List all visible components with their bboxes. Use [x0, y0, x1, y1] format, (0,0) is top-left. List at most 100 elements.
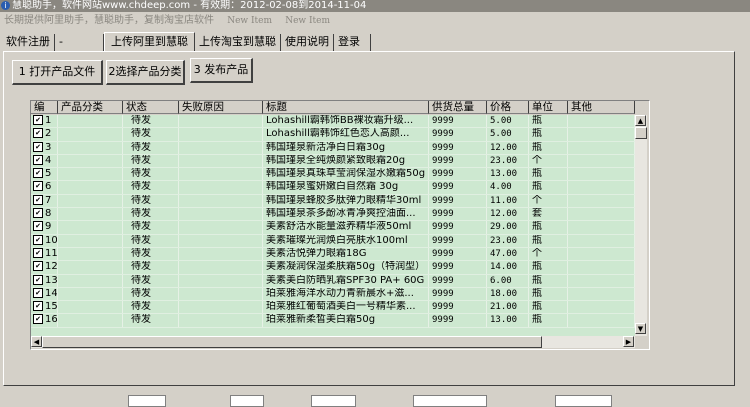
- grid-header: 编产品分类 状态 失败原因 标题 供货总量 价格 单位 其他: [31, 101, 635, 114]
- column-header[interactable]: 标题: [263, 101, 429, 114]
- row-number: 7: [45, 194, 52, 206]
- cell-other: [568, 141, 635, 154]
- table-row[interactable]: ✔ 14 待发 珀莱雅海洋水动力青新晨水+滋... 9999 18.00 瓶: [31, 287, 635, 302]
- cell-cat: [58, 261, 123, 274]
- menu-item-new-1[interactable]: New Item: [227, 16, 272, 26]
- cell-other: [568, 154, 635, 168]
- cell-price: 29.00: [487, 221, 529, 234]
- table-row[interactable]: ✔ 11 待发 美素活悦弹力眼霜18G 9999 47.00 个: [31, 247, 635, 262]
- horizontal-scroll-thumb[interactable]: [42, 336, 542, 348]
- select-category-button[interactable]: 2选择产品分类: [106, 60, 185, 85]
- cell-cat: [58, 115, 123, 128]
- cell-unit: 瓶: [529, 168, 568, 181]
- cell-title: 珀莱雅红葡萄酒美白一号精华素...: [263, 301, 429, 314]
- row-checkbox[interactable]: ✔: [33, 168, 43, 179]
- cell-title: Lohashill霸韩饰BB裸妆霜升级...: [263, 115, 429, 128]
- tab-usage[interactable]: 使用说明: [281, 34, 334, 51]
- tab-ali-to-hc[interactable]: 上传阿里到慧聪: [104, 32, 195, 51]
- bottom-field-4[interactable]: [413, 395, 487, 407]
- tab-dash[interactable]: -: [55, 34, 104, 51]
- bottom-field-1[interactable]: [128, 395, 166, 407]
- column-header[interactable]: 供货总量: [429, 101, 487, 114]
- bottom-field-5[interactable]: [555, 395, 612, 407]
- table-row[interactable]: ✔ 7 待发 韩国瑾泉蜂胶多肽弹力眼精华30ml 9999 11.00 个: [31, 194, 635, 209]
- window-title: 慧聪助手，软件网站www.chdeep.com - 有效期：2012-02-08…: [12, 0, 367, 11]
- cell-unit: 瓶: [529, 287, 568, 301]
- row-checkbox[interactable]: ✔: [33, 234, 43, 245]
- table-row[interactable]: ✔ 16 待发 珀莱雅新柔皙美白霜50g 9999 13.00 瓶: [31, 314, 635, 328]
- column-header[interactable]: 失败原因: [179, 101, 263, 114]
- row-checkbox[interactable]: ✔: [33, 128, 43, 139]
- column-header[interactable]: 单位: [529, 101, 568, 114]
- row-number: 14: [45, 287, 58, 299]
- cell-unit: 个: [529, 194, 568, 208]
- cell-unit: 瓶: [529, 314, 568, 327]
- table-row[interactable]: ✔ 12 待发 美素凝润保湿柔肤霜50g（特润型） 9999 14.00 瓶: [31, 261, 635, 275]
- row-checkbox[interactable]: ✔: [33, 247, 43, 258]
- row-checkbox[interactable]: ✔: [33, 314, 43, 325]
- scroll-left-icon[interactable]: ◀: [31, 336, 42, 347]
- cell-status: 待发: [123, 221, 179, 234]
- scroll-down-icon[interactable]: ▼: [635, 323, 646, 334]
- cell-qty: 9999: [429, 181, 487, 194]
- cell-no: ✔ 13: [31, 274, 58, 287]
- table-row[interactable]: ✔ 6 待发 韩国瑾泉蜜妍嫩白自然霜 30g 9999 4.00 瓶: [31, 181, 635, 195]
- cell-unit: 瓶: [529, 141, 568, 154]
- vertical-scroll-thumb[interactable]: [635, 127, 647, 139]
- column-header[interactable]: 产品分类: [58, 101, 123, 114]
- open-file-button[interactable]: 1 打开产品文件: [12, 60, 103, 85]
- cell-no: ✔ 5: [31, 168, 58, 181]
- cell-reason: [179, 194, 263, 208]
- row-checkbox[interactable]: ✔: [33, 287, 43, 298]
- horizontal-scrollbar[interactable]: ◀ ▶: [31, 336, 635, 348]
- table-row[interactable]: ✔ 9 待发 美素舒活水能量滋养精华液50ml 9999 29.00 瓶: [31, 221, 635, 235]
- row-checkbox[interactable]: ✔: [33, 261, 43, 272]
- column-header[interactable]: 编: [31, 101, 58, 114]
- bottom-field-2[interactable]: [230, 395, 264, 407]
- bottom-field-3[interactable]: [311, 395, 356, 407]
- menu-item-new-2[interactable]: New Item: [285, 16, 330, 26]
- cell-unit: 瓶: [529, 115, 568, 128]
- cell-unit: 瓶: [529, 221, 568, 234]
- row-checkbox[interactable]: ✔: [33, 115, 43, 125]
- table-row[interactable]: ✔ 8 待发 韩国瑾泉茶多酚冰青净爽控油面... 9999 12.00 套: [31, 208, 635, 222]
- cell-other: [568, 287, 635, 301]
- column-header[interactable]: 状态: [123, 101, 179, 114]
- tab-register[interactable]: 软件注册: [2, 34, 55, 51]
- row-number: 4: [45, 154, 52, 166]
- row-checkbox[interactable]: ✔: [33, 181, 43, 192]
- scroll-up-icon[interactable]: ▲: [635, 115, 646, 126]
- table-row[interactable]: ✔ 5 待发 韩国瑾泉真珠草莹润保湿水嫩霜50g 9999 13.00 瓶: [31, 168, 635, 182]
- table-row[interactable]: ✔ 13 待发 美素美白防晒乳霜SPF30 PA+ 60G 9999 6.00 瓶: [31, 274, 635, 288]
- table-row[interactable]: ✔ 4 待发 韩国瑾泉全纯焕颜紧致眼霜20g 9999 23.00 个: [31, 154, 635, 169]
- column-header[interactable]: 价格: [487, 101, 529, 114]
- cell-cat: [58, 168, 123, 181]
- row-checkbox[interactable]: ✔: [33, 194, 43, 205]
- cell-status: 待发: [123, 181, 179, 194]
- menu-item-promo[interactable]: 长期提供阿里助手，慧聪助手，复制淘宝店软件: [4, 15, 214, 26]
- scroll-right-icon[interactable]: ▶: [623, 336, 634, 347]
- table-row[interactable]: ✔ 2 待发 Lohashill霸韩饰红色恋人高颜... 9999 5.00 瓶: [31, 128, 635, 142]
- column-header[interactable]: 其他: [568, 101, 635, 114]
- row-checkbox[interactable]: ✔: [33, 221, 43, 232]
- row-number: 10: [45, 234, 58, 246]
- row-checkbox[interactable]: ✔: [33, 141, 43, 152]
- cell-reason: [179, 247, 263, 261]
- cell-status: 待发: [123, 247, 179, 261]
- row-number: 12: [45, 261, 58, 273]
- tab-taobao-to-hc[interactable]: 上传淘宝到慧聪: [195, 34, 281, 51]
- cell-title: 韩国瑾泉蜂胶多肽弹力眼精华30ml: [263, 194, 429, 208]
- table-row[interactable]: ✔ 3 待发 韩国瑾泉新活净白日霜30g 9999 12.00 瓶: [31, 141, 635, 155]
- cell-unit: 瓶: [529, 128, 568, 141]
- table-row[interactable]: ✔ 15 待发 珀莱雅红葡萄酒美白一号精华素... 9999 21.00 瓶: [31, 301, 635, 315]
- row-checkbox[interactable]: ✔: [33, 301, 43, 312]
- row-checkbox[interactable]: ✔: [33, 274, 43, 285]
- tab-login[interactable]: 登录: [334, 34, 371, 51]
- row-checkbox[interactable]: ✔: [33, 208, 43, 219]
- table-row[interactable]: ✔ 10 待发 美素璀璨光润焕白亮肤水100ml 9999 23.00 瓶: [31, 234, 635, 248]
- row-checkbox[interactable]: ✔: [33, 154, 43, 165]
- cell-title: 韩国瑾泉全纯焕颜紧致眼霜20g: [263, 154, 429, 168]
- vertical-scrollbar[interactable]: ▲ ▼: [635, 115, 647, 336]
- table-row[interactable]: ✔ 1 待发 Lohashill霸韩饰BB裸妆霜升级... 9999 5.00 瓶: [31, 115, 635, 129]
- publish-button[interactable]: 3 发布产品: [190, 58, 253, 83]
